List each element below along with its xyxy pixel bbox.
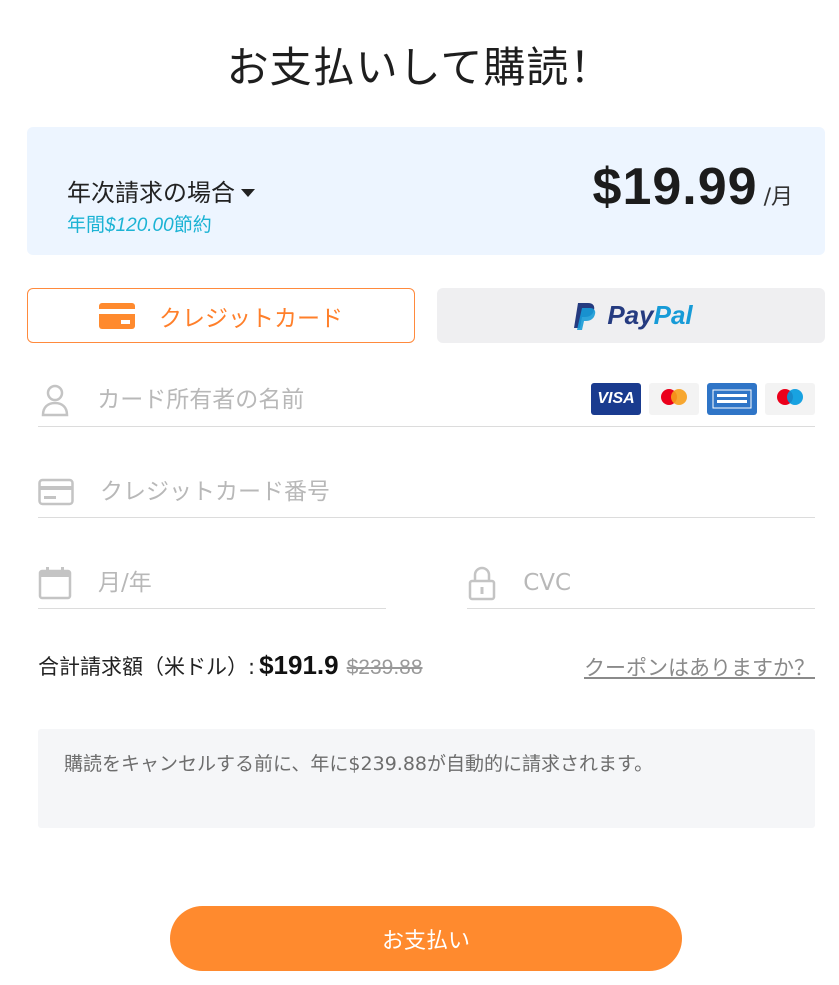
paypal-pal-text: Pal: [653, 300, 693, 330]
credit-card-tab-label: クレジットカード: [159, 305, 343, 332]
savings-suffix: 節約: [173, 214, 212, 236]
cvc-input[interactable]: [523, 569, 815, 596]
plan-price: $19.99 /月: [593, 157, 793, 217]
price-unit: /月: [763, 185, 793, 210]
paypal-logo-icon: [574, 302, 596, 330]
maestro-icon: [765, 383, 815, 415]
visa-icon: VISA: [591, 383, 641, 415]
credit-card-icon: [99, 302, 135, 329]
coupon-link[interactable]: クーポンはありますか？: [584, 652, 815, 682]
paypal-pay-text: Pay: [607, 300, 654, 330]
expiry-input[interactable]: [98, 569, 386, 596]
cardholder-name-field: VISA: [38, 374, 815, 427]
total-amount: $191.9: [259, 650, 339, 680]
expiry-field: [38, 557, 386, 609]
page-title: お支払いして購読！: [226, 43, 613, 92]
caret-down-icon: [241, 188, 255, 197]
billing-period-dropdown[interactable]: 年次請求の場合: [67, 173, 255, 208]
mastercard-icon: [649, 383, 699, 415]
price-amount: $19.99: [592, 158, 758, 216]
pay-button[interactable]: お支払い: [170, 906, 682, 971]
order-total: 合計請求額（米ドル）: $191.9 $239.88: [38, 650, 423, 681]
user-icon: [38, 382, 71, 418]
card-number-input[interactable]: [100, 478, 815, 505]
savings-note: 年間$120.00節約: [67, 210, 212, 237]
credit-card-tab[interactable]: クレジットカード: [27, 288, 415, 343]
paypal-tab[interactable]: PayPal: [437, 288, 825, 343]
card-number-field: [38, 466, 815, 518]
paypal-wordmark: PayPal: [607, 300, 692, 331]
amex-icon: [707, 383, 757, 415]
billing-period-label: 年次請求の場合: [67, 179, 235, 207]
original-amount: $239.88: [346, 656, 423, 679]
plan-summary: 年次請求の場合 年間$120.00節約 $19.99 /月: [27, 127, 825, 255]
total-label: 合計請求額（米ドル）:: [38, 655, 256, 679]
cvc-field: [467, 557, 815, 609]
card-icon: [38, 474, 74, 510]
calendar-icon: [38, 565, 72, 601]
billing-notice: 購読をキャンセルする前に、年に$239.88が自動的に請求されます。: [38, 729, 815, 828]
savings-amount: $120.00: [105, 215, 174, 236]
savings-prefix: 年間: [67, 214, 106, 236]
lock-icon: [467, 565, 497, 601]
accepted-cards: VISA: [591, 383, 815, 415]
